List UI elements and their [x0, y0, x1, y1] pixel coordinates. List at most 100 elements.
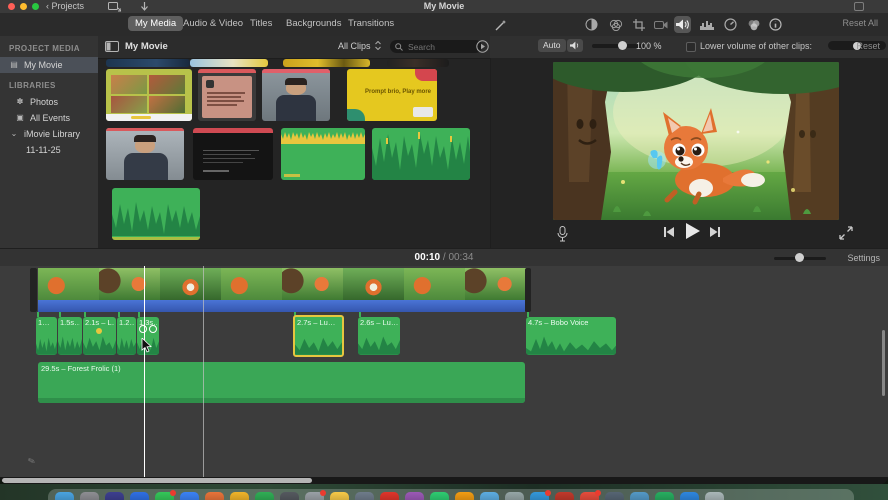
clips-filter-dropdown[interactable]: All Clips: [338, 40, 381, 51]
filmstrip-frame[interactable]: [221, 268, 283, 300]
window-control-icon[interactable]: [854, 2, 864, 11]
media-thumbnail-audio-1[interactable]: [281, 128, 365, 180]
media-thumbnail-collage[interactable]: [106, 69, 192, 121]
media-thumbnail[interactable]: [387, 59, 449, 67]
playhead-line[interactable]: [203, 266, 204, 477]
audio-clip-1[interactable]: 1…: [36, 317, 57, 355]
video-audio-waveform-bar[interactable]: [38, 300, 525, 312]
crop-icon[interactable]: [630, 16, 647, 33]
sidebar-toggle-icon[interactable]: [105, 41, 119, 52]
audio-clip-4[interactable]: 1.2…: [117, 317, 136, 355]
dock-app-icon[interactable]: [455, 492, 474, 500]
fade-handle-left[interactable]: [139, 325, 147, 333]
next-frame-button[interactable]: [709, 226, 721, 238]
dock-app-icon[interactable]: [130, 492, 149, 500]
previous-frame-button[interactable]: [663, 226, 675, 238]
dock-app-icon[interactable]: [305, 490, 326, 500]
preview-image-fox-forest[interactable]: [553, 62, 839, 220]
dock-app-icon[interactable]: [655, 492, 674, 500]
volume-slider-knob[interactable]: [618, 41, 627, 50]
fade-handle-right[interactable]: [149, 325, 157, 333]
download-icon[interactable]: [140, 2, 149, 12]
tab-titles[interactable]: Titles: [243, 16, 279, 31]
media-import-icon[interactable]: [108, 2, 121, 12]
dock-app-icon[interactable]: [630, 492, 649, 500]
timeline-zoom-knob[interactable]: [795, 253, 804, 262]
dock-app-icon[interactable]: [330, 492, 349, 500]
filmstrip-frame[interactable]: [404, 268, 466, 300]
zoom-window-button[interactable]: [32, 3, 39, 10]
audio-clip-3[interactable]: 2.1s – L…: [83, 317, 116, 355]
audio-clip-6-selected[interactable]: 2.7s – Lu…: [293, 315, 344, 357]
dock-app-icon[interactable]: [55, 492, 74, 500]
dock-app-icon[interactable]: [480, 492, 499, 500]
dock-app-icon[interactable]: [80, 492, 99, 500]
noise-eq-icon[interactable]: [698, 16, 715, 33]
timeline-hscroll-thumb[interactable]: [2, 478, 312, 483]
dock-app-icon[interactable]: [180, 492, 199, 500]
audio-clip-7[interactable]: 2.6s – Lu…: [358, 317, 400, 355]
media-thumbnail-webcam[interactable]: [262, 69, 330, 121]
media-thumbnail[interactable]: [106, 59, 190, 67]
dock-app-icon[interactable]: [380, 492, 399, 500]
timeline-right-trim-handle[interactable]: [525, 268, 531, 312]
media-thumbnail-webcam-2[interactable]: [106, 128, 184, 180]
macos-dock[interactable]: [48, 489, 854, 500]
dock-app-icon[interactable]: [280, 492, 299, 500]
dock-app-icon[interactable]: [505, 492, 524, 500]
media-thumbnail-document[interactable]: [198, 69, 256, 121]
media-thumbnail-audio-2[interactable]: [372, 128, 470, 180]
audio-clip-2[interactable]: 1.5s…: [58, 317, 82, 355]
reset-button[interactable]: Reset: [856, 41, 880, 51]
dock-app-icon[interactable]: [680, 492, 699, 500]
media-thumbnail-audio-3[interactable]: [112, 188, 200, 240]
filmstrip-frame[interactable]: [160, 268, 222, 300]
play-button[interactable]: [685, 222, 701, 240]
timeline-settings-button[interactable]: Settings: [847, 253, 880, 263]
lower-volume-checkbox[interactable]: [686, 42, 696, 52]
media-thumbnail[interactable]: [283, 59, 370, 67]
speed-icon[interactable]: [722, 16, 739, 33]
audio-clip-bobo-voice[interactable]: 4.7s – Bobo Voice: [526, 317, 616, 355]
sidebar-item-all-events[interactable]: ▣ All Events: [0, 110, 98, 126]
minimize-window-button[interactable]: [20, 3, 27, 10]
dock-app-icon[interactable]: [605, 492, 624, 500]
dock-app-icon[interactable]: [355, 492, 374, 500]
dock-app-icon[interactable]: [555, 492, 574, 500]
volume-icon[interactable]: [674, 16, 691, 33]
search-field[interactable]: [390, 40, 482, 53]
reset-all-button[interactable]: Reset All: [842, 18, 878, 28]
browser-action-icon[interactable]: [476, 40, 489, 53]
sidebar-item-imovie-library[interactable]: ⌄ iMovie Library: [0, 126, 98, 142]
background-music-clip[interactable]: 29.5s – Forest Frolic (1): [38, 362, 525, 403]
timeline-vertical-scrollbar[interactable]: [882, 330, 885, 396]
clip-filter-icon[interactable]: [745, 16, 762, 33]
dock-app-icon[interactable]: [230, 492, 249, 500]
sidebar-item-event-date[interactable]: 11-11-25: [0, 142, 98, 158]
dock-app-icon[interactable]: [255, 492, 274, 500]
color-balance-icon[interactable]: [583, 16, 600, 33]
chevron-down-icon[interactable]: ⌄: [9, 126, 19, 142]
volume-keyframe-dot[interactable]: [96, 328, 102, 334]
tab-audio-video[interactable]: Audio & Video: [176, 16, 250, 31]
record-voiceover-mic-icon[interactable]: [557, 226, 568, 242]
dock-app-icon[interactable]: [205, 492, 224, 500]
media-thumbnail-yellow-design[interactable]: Prompt brio, Play more: [347, 69, 437, 121]
filmstrip-frame[interactable]: [99, 268, 161, 300]
filmstrip-frame[interactable]: [465, 268, 527, 300]
tab-backgrounds[interactable]: Backgrounds: [279, 16, 348, 31]
enhance-wand-icon[interactable]: [495, 19, 507, 31]
skimmer-line[interactable]: [144, 266, 145, 477]
media-thumbnail[interactable]: [190, 59, 268, 67]
dock-app-icon[interactable]: [405, 492, 424, 500]
dock-app-icon[interactable]: [580, 490, 601, 500]
media-thumbnail-terminal[interactable]: [193, 128, 273, 180]
timeline-left-trim-handle[interactable]: [30, 268, 37, 312]
search-input[interactable]: [406, 40, 470, 53]
fullscreen-icon[interactable]: [839, 226, 853, 240]
filmstrip-frame[interactable]: [343, 268, 405, 300]
auto-volume-button[interactable]: Auto: [538, 39, 566, 52]
back-to-projects-button[interactable]: ‹ Projects: [46, 1, 84, 11]
dock-app-icon[interactable]: [105, 492, 124, 500]
timeline-hscroll-track[interactable]: [0, 477, 888, 484]
